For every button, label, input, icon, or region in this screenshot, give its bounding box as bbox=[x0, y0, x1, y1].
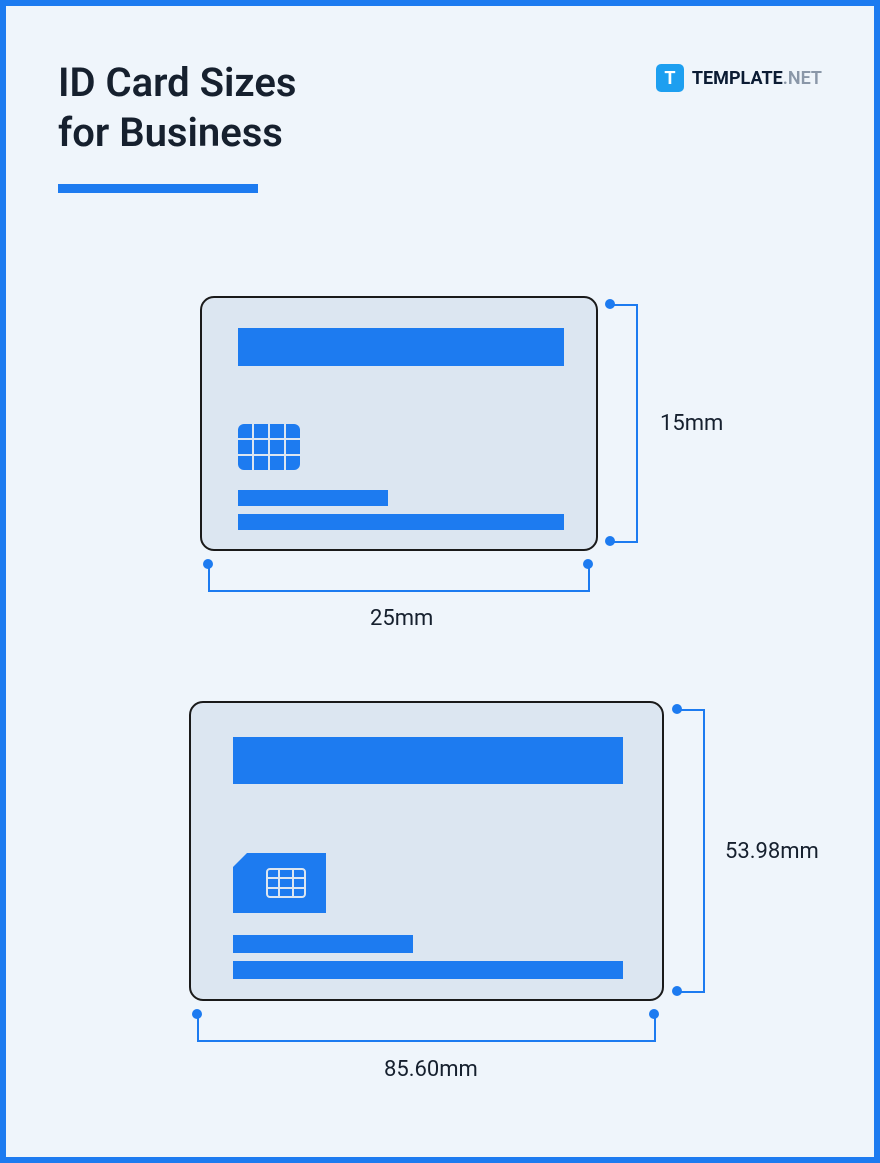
chip-icon bbox=[238, 424, 300, 470]
page-title: ID Card Sizes for Business bbox=[58, 58, 296, 158]
card-large bbox=[189, 701, 664, 1001]
height-bracket bbox=[610, 296, 650, 551]
card-long-line bbox=[238, 514, 564, 530]
card-title-bar bbox=[233, 737, 623, 784]
card-small-block: 15mm 25mm bbox=[200, 296, 598, 551]
diagram-frame: ID Card Sizes for Business T TEMPLATE.NE… bbox=[0, 0, 880, 1163]
height-label: 15mm bbox=[660, 411, 723, 436]
width-bracket bbox=[189, 1014, 664, 1054]
brand-icon: T bbox=[656, 64, 684, 92]
brand-logo: T TEMPLATE.NET bbox=[656, 58, 822, 92]
header: ID Card Sizes for Business T TEMPLATE.NE… bbox=[6, 6, 874, 193]
card-long-line bbox=[233, 961, 623, 979]
height-label: 53.98mm bbox=[725, 839, 819, 864]
title-line-1: ID Card Sizes bbox=[58, 59, 296, 106]
card-short-line bbox=[238, 490, 388, 506]
card-large-block: 53.98mm 85.60mm bbox=[189, 701, 664, 1001]
card-short-line bbox=[233, 935, 413, 953]
title-underline bbox=[58, 184, 258, 193]
brand-text-main: TEMPLATE bbox=[692, 68, 783, 89]
title-line-2: for Business bbox=[58, 109, 283, 156]
height-bracket bbox=[677, 701, 717, 1001]
title-block: ID Card Sizes for Business bbox=[58, 58, 296, 193]
width-bracket bbox=[200, 564, 598, 604]
card-small bbox=[200, 296, 598, 551]
brand-text-ext: .NET bbox=[783, 68, 822, 89]
card-title-bar bbox=[238, 328, 564, 366]
brand-name: TEMPLATE.NET bbox=[692, 68, 822, 89]
width-label: 25mm bbox=[370, 606, 433, 631]
sim-chip-icon bbox=[233, 853, 326, 913]
width-label: 85.60mm bbox=[384, 1057, 478, 1082]
